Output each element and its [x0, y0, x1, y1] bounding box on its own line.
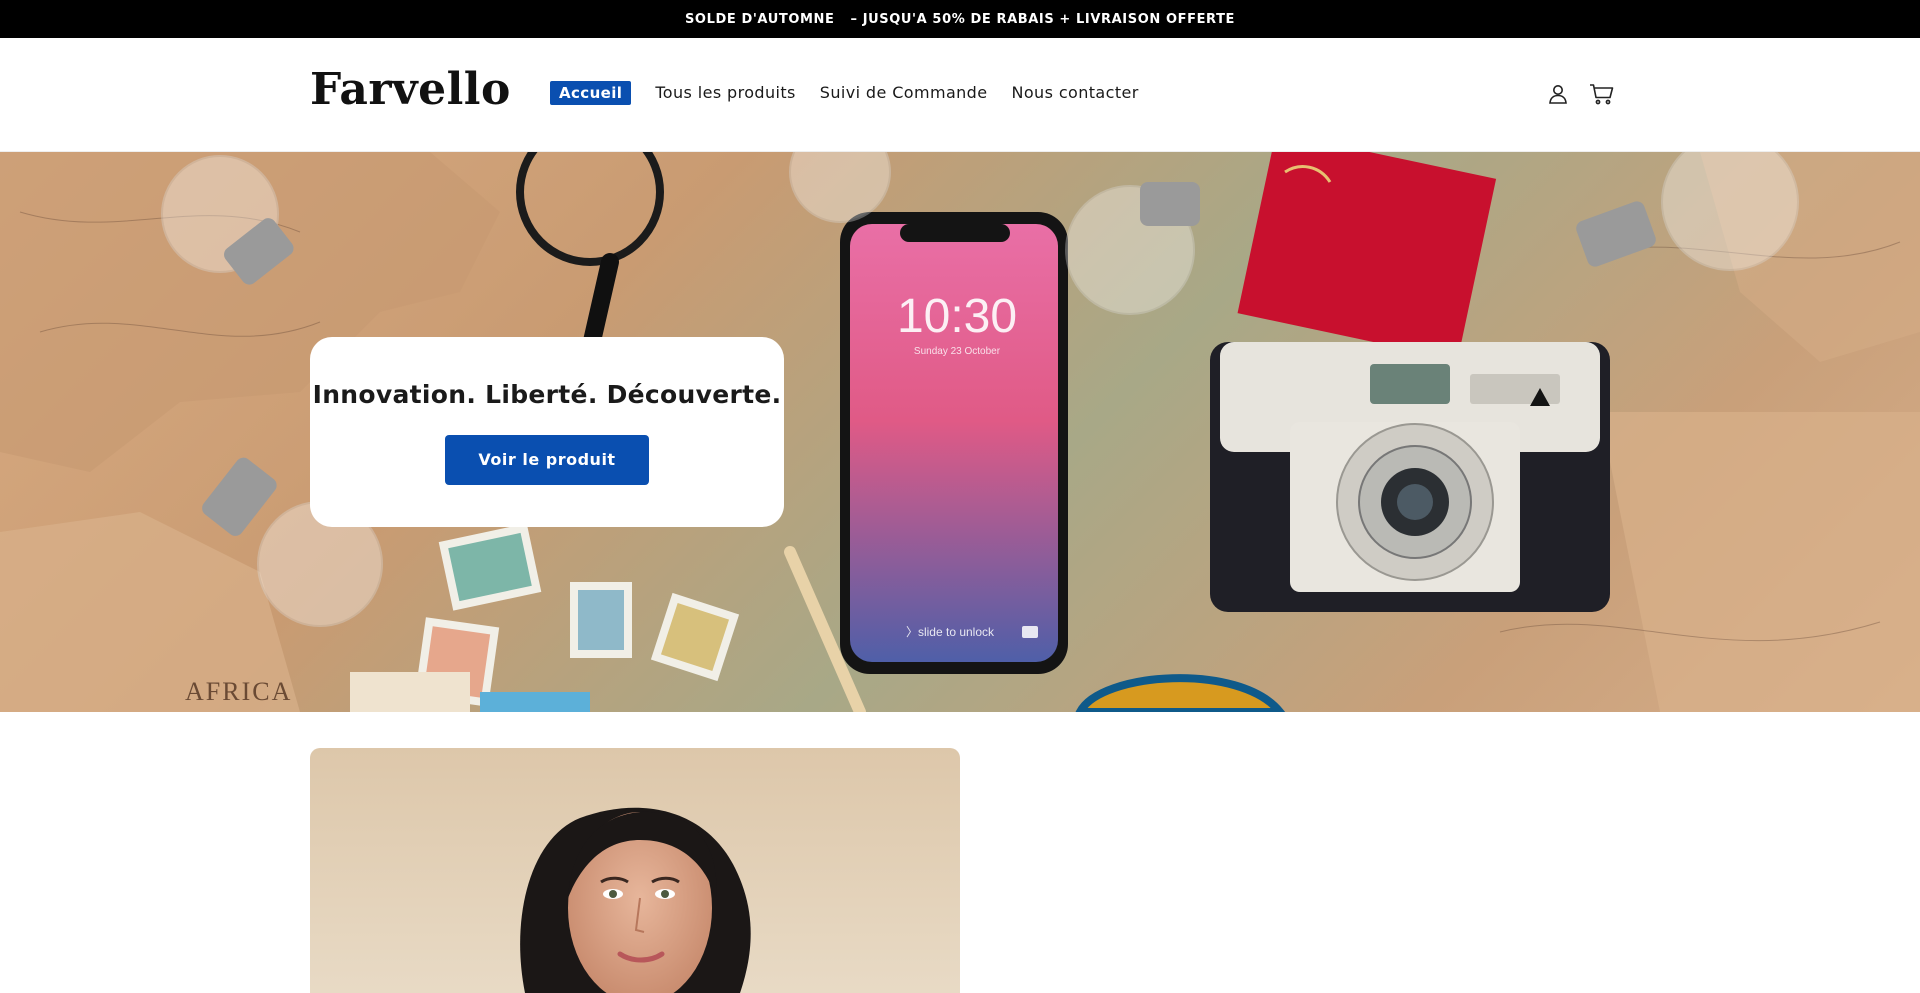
- account-icon[interactable]: [1544, 80, 1572, 108]
- featured-image-card: [310, 748, 960, 993]
- view-product-button[interactable]: Voir le produit: [445, 434, 649, 485]
- map-label-africa: AFRICA: [185, 677, 292, 706]
- main-nav: Accueil Tous les produits Suivi de Comma…: [550, 81, 1163, 105]
- phone-date: Sunday 23 October: [914, 346, 1001, 357]
- nav-order-tracking[interactable]: Suivi de Commande: [820, 83, 988, 103]
- hero-title: Innovation. Liberté. Découverte.: [312, 379, 782, 409]
- phone-unlock-text: 〉slide to unlock: [906, 625, 995, 639]
- cart-icon[interactable]: [1588, 80, 1616, 108]
- phone-time: 10:30: [897, 290, 1017, 343]
- site-header: Farvello Accueil Tous les produits Suivi…: [0, 38, 1920, 152]
- nav-home[interactable]: Accueil: [550, 81, 632, 105]
- nav-all-products[interactable]: Tous les produits: [655, 83, 795, 103]
- nav-contact[interactable]: Nous contacter: [1012, 83, 1139, 103]
- hero-background-image: 10:30 Sunday 23 October 〉slide to unlock: [0, 152, 1920, 712]
- hero-content-box: Innovation. Liberté. Découverte. Voir le…: [310, 337, 784, 527]
- featured-portrait-image: [520, 807, 751, 993]
- announcement-sale: SOLDE D'AUTOMNE: [684, 11, 835, 27]
- announcement-offer: – JUSQU'A 50% DE RABAIS + LIVRAISON OFFE…: [850, 11, 1236, 27]
- header-actions: [1544, 80, 1632, 108]
- logo[interactable]: Farvello: [310, 64, 511, 117]
- hero-banner: 10:30 Sunday 23 October 〉slide to unlock: [0, 152, 1920, 712]
- announcement-bar: SOLDE D'AUTOMNE – JUSQU'A 50% DE RABAIS …: [0, 0, 1920, 38]
